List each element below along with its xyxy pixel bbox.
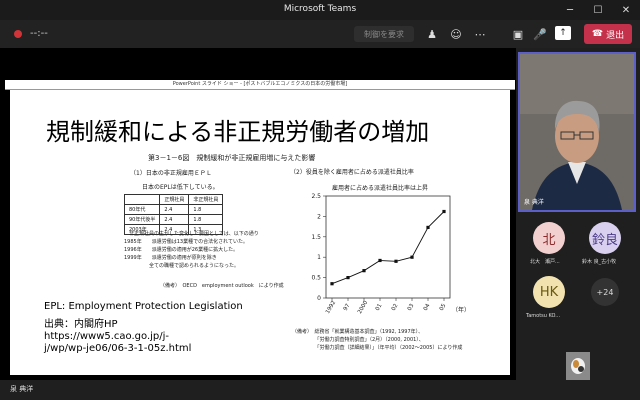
- table-cell: 1.8: [188, 204, 224, 215]
- x-tick-label: 02: [391, 303, 400, 312]
- table-header-cell: 正規社員: [159, 194, 190, 205]
- presenter-name: 泉 典洋: [10, 385, 34, 393]
- data-point: [410, 255, 414, 259]
- series-line: [331, 211, 445, 285]
- participant-name: 鈴木 良_古小牧: [582, 259, 617, 265]
- data-point: [442, 209, 446, 214]
- x-tick-label: 05: [439, 303, 448, 312]
- data-point: [362, 269, 366, 273]
- avatar-initials: 鈴良: [591, 232, 618, 248]
- maximize-icon[interactable]: ☐: [584, 0, 612, 20]
- source-link[interactable]: https://www5.cao.go.jp/j-: [44, 331, 214, 343]
- source-block: 出典：内閣府HP https://www5.cao.go.jp/j- j/wp/…: [44, 319, 214, 355]
- reactions-icon[interactable]: ☺: [448, 26, 464, 42]
- table-header-row: 正規社員 非正規社員: [123, 194, 224, 205]
- table-cell: 80年代: [123, 204, 161, 215]
- epl-definition: EPL: Employment Protection Legislation: [44, 301, 243, 312]
- title-bar: Microsoft Teams ─ ☐ ✕: [0, 0, 640, 20]
- source-link[interactable]: j/wp/wp-je06/06-3-1-05z.html: [44, 343, 214, 355]
- source-line: 出典：内閣府HP: [44, 319, 118, 330]
- dispatch-worker-ratio-chart: 0 0.5 1 1.5 2 2.5 1992 97 2000 01 02 03 04 05 （年）: [311, 193, 470, 315]
- epl-section-title: （1）日本の非正規雇用ＥＰＬ: [130, 170, 212, 177]
- more-participants-button[interactable]: +24: [591, 278, 619, 306]
- epl-notes: 非正規社員の主がした変化した要因としては、以下の通り 1985年 派遣労働は13…: [124, 231, 259, 269]
- epl-source: （備考） OECD employment outlook により作成: [160, 283, 284, 289]
- participant-name: 北大 瀬戸...: [530, 259, 560, 265]
- chart-footer: （備考） 総務省「就業構造基本調査」（1992, 1997年）、 「労働力調査特…: [292, 329, 463, 351]
- app-title: Microsoft Teams: [283, 4, 357, 14]
- x-tick-label: 04: [423, 303, 432, 312]
- presenter-video[interactable]: 泉 典洋: [518, 52, 636, 212]
- self-view-video: [566, 352, 590, 380]
- minimize-icon[interactable]: ─: [556, 0, 584, 20]
- avatar[interactable]: 鈴良: [589, 222, 621, 254]
- table-row: 90年代後半 2.4 1.8: [123, 214, 224, 225]
- x-tick-label: 03: [407, 303, 416, 312]
- table-cell: 1.8: [188, 214, 224, 225]
- y-tick-label: 0.5: [311, 275, 321, 282]
- more-options-icon[interactable]: ⋯: [472, 26, 488, 42]
- y-tick-label: 0: [317, 295, 321, 302]
- x-tick-label: 97: [343, 303, 352, 312]
- presenter-bar: 泉 典洋: [0, 380, 516, 400]
- slide-title: 規制緩和による非正規労働者の増加: [46, 118, 430, 146]
- table-cell: 90年代後半: [123, 214, 161, 225]
- x-tick-label: 2000: [357, 300, 369, 315]
- meeting-toolbar: --:-- 制御を要求 ♟ ☺ ⋯ ▣ 🎤 ↑ ☎ 退出: [0, 20, 640, 48]
- self-view-image: [566, 352, 590, 380]
- data-point: [330, 282, 334, 286]
- epl-caption: 日本のEPLは低下している。: [142, 184, 219, 191]
- table-cell: 2.4: [159, 214, 190, 225]
- request-control-button[interactable]: 制御を要求: [354, 26, 414, 42]
- window-controls: ─ ☐ ✕: [556, 0, 640, 20]
- recording-icon: [14, 30, 22, 38]
- chart-section-title: （2）役員を除く雇用者に占める派遣社員比率: [290, 169, 414, 176]
- camera-icon[interactable]: ▣: [510, 26, 526, 42]
- data-point: [378, 258, 382, 263]
- leave-button[interactable]: ☎ 退出: [584, 24, 632, 44]
- x-tick-label: 01: [375, 303, 384, 312]
- avatar[interactable]: 北: [533, 222, 565, 254]
- table-header-cell: [123, 194, 161, 205]
- presentation-slide: 規制緩和による非正規労働者の増加 第3－1－6図 規制緩和が非正規雇用増に与えた…: [10, 90, 510, 375]
- x-axis-label: （年）: [452, 306, 470, 314]
- x-tick-label: 1992: [325, 300, 337, 315]
- share-screen-button[interactable]: ↑: [555, 26, 571, 40]
- data-point: [346, 276, 350, 280]
- presenter-video-image: [520, 54, 634, 210]
- chart-frame: [325, 195, 451, 299]
- presenter-video-name: 泉 典洋: [524, 199, 544, 206]
- data-point: [394, 259, 398, 263]
- slideshow-window-title: PowerPoint スライド ショー - [ポストバブルエコノミクスの日本の労…: [172, 81, 348, 87]
- y-tick-label: 2.5: [311, 193, 321, 200]
- y-tick-label: 2: [317, 213, 321, 220]
- epl-table: 正規社員 非正規社員 80年代 2.4 1.8 90年代後半 2.4 1.8 2…: [123, 194, 224, 235]
- avatar[interactable]: HK: [533, 276, 565, 308]
- y-tick-label: 1: [317, 254, 321, 261]
- table-header-cell: 非正規社員: [188, 194, 224, 205]
- figure-title: 第3－1－6図 規制緩和が非正規雇用増に与えた影響: [148, 154, 316, 162]
- phone-icon: ☎: [591, 29, 604, 39]
- avatar-initials: 北: [542, 232, 556, 248]
- meeting-timer: --:--: [30, 28, 48, 39]
- microphone-icon[interactable]: 🎤: [532, 26, 548, 42]
- data-point: [426, 225, 430, 230]
- avatar-initials: HK: [539, 284, 559, 300]
- table-row: 80年代 2.4 1.8: [123, 204, 224, 215]
- table-cell: 2.4: [159, 204, 190, 215]
- leave-label: 退出: [606, 30, 625, 41]
- y-tick-label: 1.5: [311, 234, 321, 241]
- participant-name: Tamotsu KO...: [526, 313, 561, 319]
- close-icon[interactable]: ✕: [612, 0, 640, 20]
- participants-icon[interactable]: ♟: [424, 26, 440, 42]
- slideshow-window-header: PowerPoint スライド ショー - [ポストバブルエコノミクスの日本の労…: [5, 80, 515, 90]
